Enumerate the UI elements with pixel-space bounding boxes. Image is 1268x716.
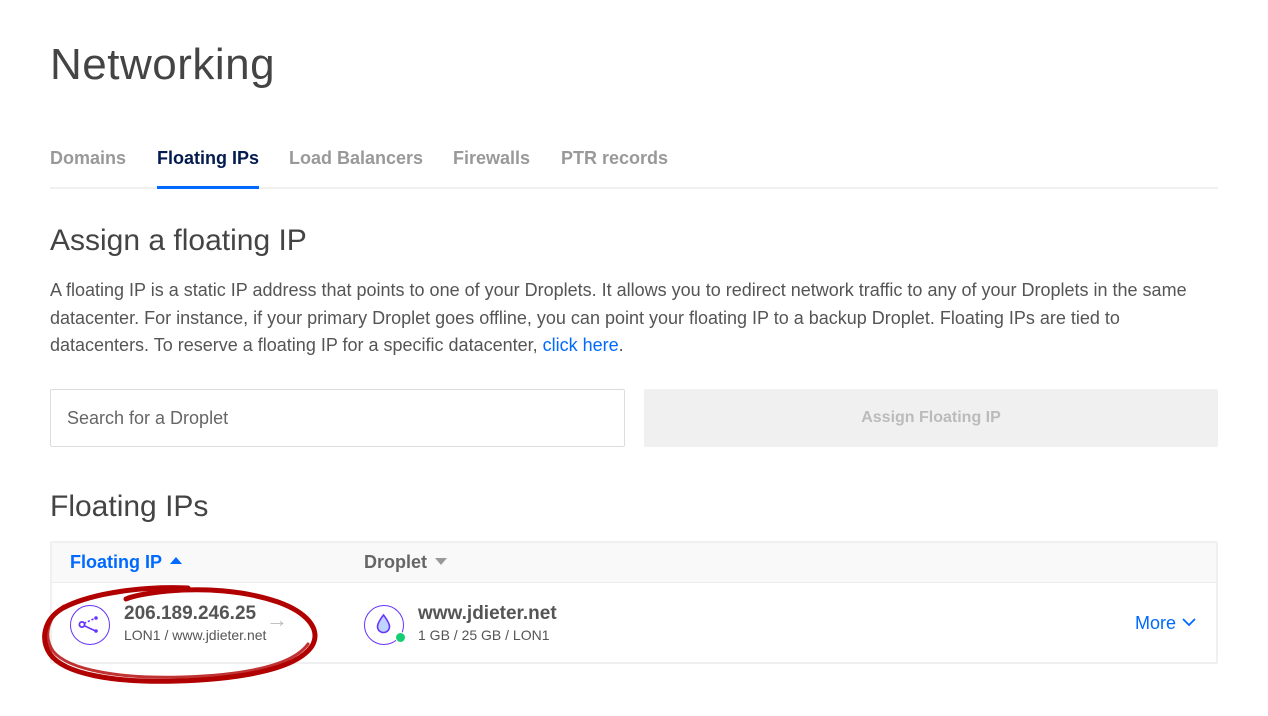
droplet-search-input[interactable] [51, 390, 624, 446]
more-actions-button[interactable]: More [1135, 613, 1196, 634]
floating-ip-icon [70, 605, 110, 645]
floating-ip-address[interactable]: 206.189.246.25 [124, 603, 256, 625]
column-header-floating-ip[interactable]: Floating IP [70, 552, 182, 573]
table-row: 206.189.246.25 → LON1 / www.jdieter.net … [52, 583, 1216, 664]
floating-ips-section-title: Floating IPs [50, 490, 209, 523]
assign-description: A floating IP is a static IP address tha… [50, 277, 1220, 360]
assign-description-suffix: . [618, 335, 624, 355]
tab-firewalls[interactable]: Firewalls [453, 148, 530, 169]
click-here-link[interactable]: click here [543, 335, 619, 355]
floating-ips-table: Floating IP Droplet 206.189.246.25 → LON… [50, 541, 1218, 664]
tab-domains[interactable]: Domains [50, 148, 126, 169]
tab-ptr-records[interactable]: PTR records [561, 148, 668, 169]
floating-ip-region: LON1 / www.jdieter.net [124, 627, 267, 643]
assign-section-title: Assign a floating IP [50, 224, 307, 257]
networking-tabs: Domains Floating IPs Load Balancers Fire… [50, 140, 1218, 189]
column-header-droplet[interactable]: Droplet [364, 552, 447, 573]
sort-desc-icon [435, 557, 447, 565]
arrow-right-icon: → [266, 607, 288, 632]
droplet-name[interactable]: www.jdieter.net [418, 603, 557, 625]
sort-asc-icon [170, 556, 182, 564]
column-header-droplet-label: Droplet [364, 552, 427, 572]
droplet-status-indicator [395, 632, 406, 643]
assign-floating-ip-button[interactable]: Assign Floating IP [644, 389, 1218, 447]
page-title: Networking [50, 40, 276, 89]
column-header-floating-ip-label: Floating IP [70, 552, 162, 572]
droplet-search-box [50, 389, 625, 447]
more-actions-label: More [1134, 613, 1176, 633]
tab-load-balancers[interactable]: Load Balancers [289, 148, 423, 169]
droplet-specs: 1 GB / 25 GB / LON1 [418, 627, 550, 643]
tab-floating-ips[interactable]: Floating IPs [157, 148, 260, 189]
chevron-down-icon [1182, 618, 1196, 627]
table-header: Floating IP Droplet [52, 543, 1216, 583]
